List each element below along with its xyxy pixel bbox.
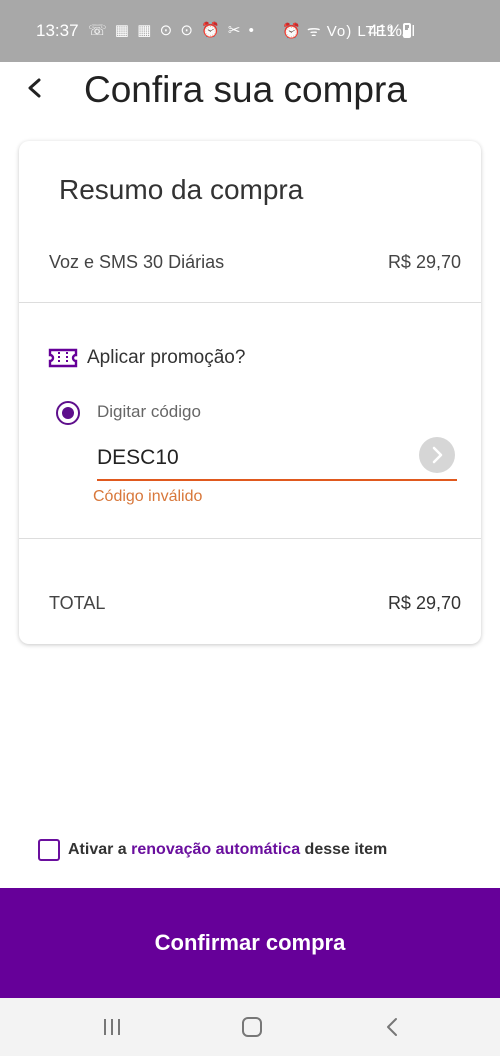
- page-title: Confira sua compra: [84, 69, 407, 110]
- ticket-icon: [48, 348, 78, 368]
- auto-renewal-checkbox[interactable]: [38, 839, 60, 861]
- notification-icons: ☏ ▦ ▦ ⊙ ⊙ ⏰ ✂ •: [88, 22, 256, 39]
- status-time: 13:37: [36, 21, 79, 40]
- header: Confira sua compra: [0, 62, 500, 132]
- nav-home-icon: [242, 1017, 262, 1037]
- total-label: TOTAL: [49, 593, 106, 613]
- item-row: Voz e SMS 30 Diárias R$ 29,70: [49, 252, 461, 273]
- back-arrow-icon: [28, 78, 41, 98]
- auto-renewal-link[interactable]: renovação automática: [131, 841, 300, 858]
- total-value: R$ 29,70: [387, 593, 461, 613]
- card-title: Resumo da compra: [59, 174, 304, 205]
- status-bar: 13:37 ☏ ▦ ▦ ⊙ ⊙ ⏰ ✂ • ⏰ ᯤ Vo) LTE1 .ıl 4…: [0, 0, 500, 62]
- item-name: Voz e SMS 30 Diárias: [49, 252, 225, 272]
- auto-renewal-suffix: desse item: [300, 841, 388, 858]
- back-button[interactable]: [20, 72, 52, 104]
- promo-code-input[interactable]: [97, 441, 457, 481]
- total-row: TOTAL R$ 29,70: [49, 593, 461, 614]
- auto-renewal-prefix: Ativar a: [68, 841, 132, 858]
- nav-back-button[interactable]: [378, 1015, 406, 1039]
- item-price: R$ 29,70: [387, 252, 461, 272]
- system-nav-bar: [0, 998, 500, 1056]
- nav-recents-button[interactable]: [98, 1015, 126, 1039]
- chevron-right-icon: [432, 446, 443, 464]
- nav-home-button[interactable]: [238, 1015, 266, 1039]
- enter-code-label[interactable]: Digitar código: [97, 402, 201, 422]
- purchase-summary-card: Resumo da compra Voz e SMS 30 Diárias R$…: [19, 141, 481, 644]
- nav-back-icon: [387, 1018, 397, 1036]
- auto-renewal-text: Ativar a renovação automática desse item: [68, 841, 387, 859]
- apply-code-button[interactable]: [419, 437, 455, 473]
- code-error-message: Código inválido: [93, 488, 203, 505]
- nav-recents-icon: [104, 1019, 120, 1035]
- confirm-purchase-button[interactable]: Confirmar compra: [0, 888, 500, 998]
- battery-percentage: 41%: [368, 21, 403, 40]
- enter-code-radio[interactable]: [56, 401, 80, 425]
- divider: [19, 538, 481, 539]
- promo-label: Aplicar promoção?: [87, 347, 246, 368]
- divider: [19, 302, 481, 303]
- battery-icon: [403, 23, 411, 38]
